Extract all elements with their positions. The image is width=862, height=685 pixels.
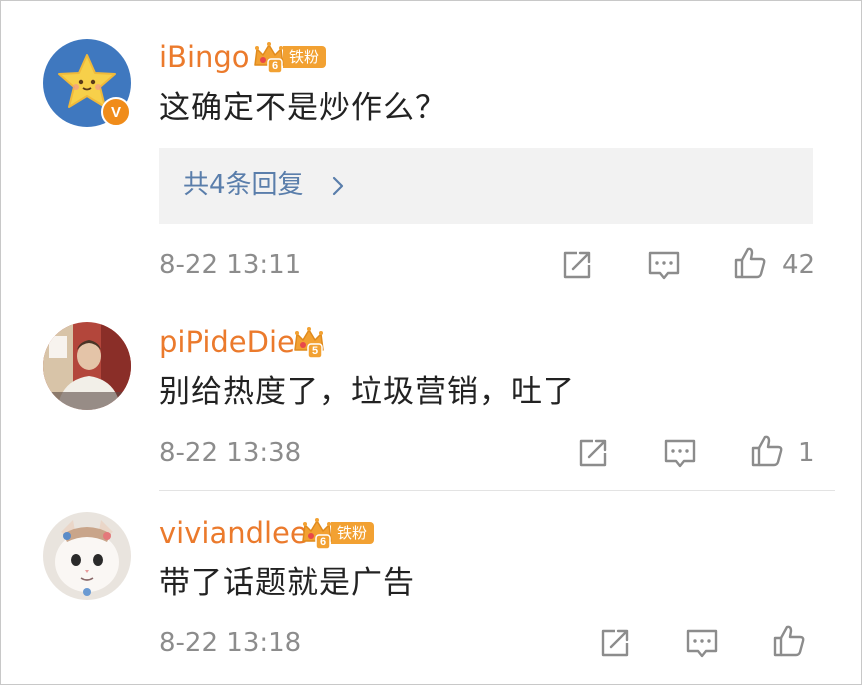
fan-badge[interactable]: 5 [291, 324, 327, 360]
divider [159, 490, 835, 491]
verified-badge-icon: V [101, 97, 131, 127]
comment-time: 8-22 13:18 [159, 628, 302, 658]
verified-mark: V [110, 103, 121, 121]
crown-badge-icon: 6 [251, 39, 287, 75]
avatar[interactable]: V [43, 39, 131, 127]
username[interactable]: viviandlee [159, 519, 308, 548]
thumbs-up-icon[interactable] [749, 433, 785, 469]
username[interactable]: iBingo [159, 43, 250, 72]
comment-icon[interactable] [646, 247, 682, 283]
comment-time: 8-22 13:38 [159, 438, 302, 468]
share-icon[interactable] [597, 625, 633, 661]
comment-list: V iBingo 6 铁粉 这确定不是炒作么？ 共4条回复 8-22 13:11… [0, 0, 862, 685]
comment-text: 带了话题就是广告 [159, 565, 415, 601]
fan-level: 5 [311, 345, 319, 357]
crown-badge-icon: 5 [291, 324, 327, 360]
fan-badge[interactable]: 6 铁粉 [299, 515, 375, 551]
like-count: 42 [782, 250, 816, 280]
fan-badge[interactable]: 6 铁粉 [251, 39, 327, 75]
crown-badge-icon: 6 [299, 515, 335, 551]
avatar-image [43, 512, 131, 600]
share-icon[interactable] [559, 247, 595, 283]
comment-icon[interactable] [684, 625, 720, 661]
avatar[interactable] [43, 512, 131, 600]
comment-icon[interactable] [662, 435, 698, 471]
comment-time: 8-22 13:11 [159, 250, 302, 280]
thumbs-up-icon[interactable] [732, 245, 768, 281]
thumbs-up-icon[interactable] [771, 623, 807, 659]
fan-tag: 铁粉 [331, 522, 375, 544]
fan-level: 6 [319, 536, 327, 548]
share-icon[interactable] [575, 435, 611, 471]
chevron-right-icon [331, 175, 345, 201]
fan-tag: 铁粉 [283, 46, 327, 68]
comment-text: 别给热度了，垃圾营销，吐了 [159, 374, 575, 410]
avatar[interactable] [43, 322, 131, 410]
replies-box[interactable]: 共4条回复 [159, 148, 813, 224]
avatar-image [43, 322, 131, 410]
like-count: 1 [798, 438, 815, 468]
view-replies-link[interactable]: 共4条回复 [183, 172, 304, 198]
comment-text: 这确定不是炒作么？ [159, 90, 447, 126]
username[interactable]: piPideDie [159, 328, 295, 357]
fan-level: 6 [271, 60, 279, 72]
